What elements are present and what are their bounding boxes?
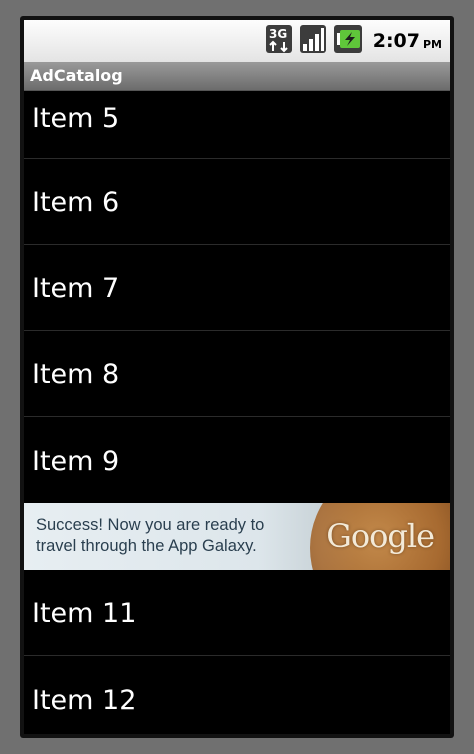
- item-list[interactable]: Item 5 Item 6 Item 7 Item 8 Item 9 Succe…: [24, 91, 450, 734]
- svg-text:3G: 3G: [269, 27, 287, 41]
- list-item-label: Item 9: [32, 446, 120, 477]
- google-logo: Google: [326, 517, 435, 555]
- list-item-label: Item 8: [32, 359, 120, 390]
- list-item[interactable]: Item 5: [24, 91, 450, 159]
- status-bar: 3G 2:07 PM: [24, 20, 450, 62]
- ad-text-line: travel through the App Galaxy.: [36, 537, 257, 555]
- ad-banner[interactable]: Success! Now you are ready to travel thr…: [24, 503, 450, 570]
- list-item[interactable]: Item 12: [24, 656, 450, 734]
- device-frame: 3G 2:07 PM AdCatalog Item 5 Item 6 Item …: [0, 0, 474, 754]
- battery-charging-icon: [333, 24, 363, 58]
- ad-text: Success! Now you are ready to travel thr…: [36, 515, 326, 557]
- clock-time: 2:07: [372, 30, 420, 52]
- clock: 2:07 PM: [373, 30, 442, 52]
- list-item-label: Item 7: [32, 273, 120, 304]
- signal-strength-icon: [299, 24, 327, 58]
- list-item[interactable]: Item 11: [24, 570, 450, 656]
- ad-text-line: Success! Now you are ready to: [36, 516, 265, 534]
- list-item-label: Item 11: [32, 598, 137, 629]
- app-title: AdCatalog: [30, 66, 123, 85]
- app-viewport: 3G 2:07 PM AdCatalog Item 5 Item 6 Item …: [24, 20, 450, 734]
- list-item-label: Item 12: [32, 685, 137, 716]
- device-screen: 3G 2:07 PM AdCatalog Item 5 Item 6 Item …: [20, 16, 454, 738]
- app-title-bar: AdCatalog: [24, 62, 450, 91]
- list-item[interactable]: Item 9: [24, 417, 450, 503]
- clock-ampm: PM: [422, 38, 442, 51]
- 3g-data-icon: 3G: [265, 24, 293, 58]
- list-item-label: Item 6: [32, 187, 120, 218]
- list-item[interactable]: Item 8: [24, 331, 450, 417]
- list-item[interactable]: Item 7: [24, 245, 450, 331]
- list-item[interactable]: Item 6: [24, 159, 450, 245]
- list-item-label: Item 5: [32, 103, 120, 134]
- status-icons: 3G 2:07 PM: [265, 24, 442, 58]
